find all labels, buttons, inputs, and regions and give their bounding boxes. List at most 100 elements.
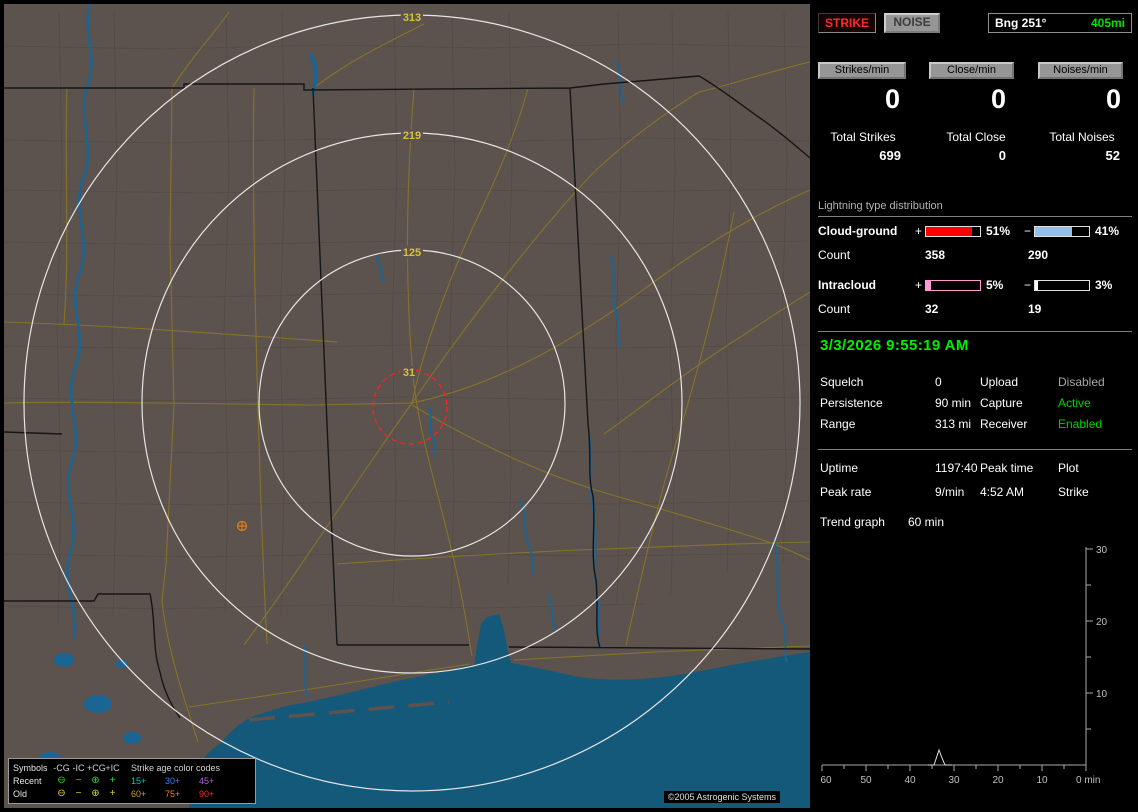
x-tick-60: 60 <box>820 775 832 786</box>
trend-graph-chart: 30 20 10 60 50 40 30 20 10 0 min <box>820 545 1108 786</box>
recent-neg-ic-icon: − <box>75 775 82 786</box>
age-60: 60+ <box>131 788 147 799</box>
x-tick-40: 40 <box>904 775 916 786</box>
intracloud-row: Intracloud + 5% − 3% <box>818 278 1134 292</box>
copyright-text: ©2005 Astrogenic Systems <box>663 791 780 803</box>
x-axis-ticks <box>821 765 1087 771</box>
bearing-value: Bng 251° <box>995 16 1047 30</box>
cloud-ground-count-row: Count 358 290 <box>818 248 1134 262</box>
total-strikes-value: 699 <box>879 148 901 163</box>
cg-minus-bar <box>1034 225 1090 237</box>
cg-plus-count: 358 <box>925 248 946 262</box>
ic-minus-bar <box>1034 279 1090 291</box>
bearing-distance-value: 405mi <box>1090 16 1125 30</box>
strike-marker-plus-cg <box>236 520 248 532</box>
cg-plus-percent: 51% <box>986 224 1011 238</box>
x-tick-0: 0 min <box>1076 775 1100 786</box>
old-pos-cg-icon: ⊕ <box>91 788 100 799</box>
cg-minus-count: 290 <box>1028 248 1049 262</box>
x-tick-30: 30 <box>948 775 960 786</box>
receiver-status-table: Squelch 0 Upload Disabled Persistence 90… <box>820 375 1132 431</box>
upload-label: Upload <box>980 375 1019 389</box>
count-label: Count <box>818 302 851 316</box>
legend-col-ncg: -CG <box>53 762 70 773</box>
divider <box>818 449 1132 450</box>
trend-series-spike <box>928 748 952 766</box>
ic-plus-percent: 5% <box>986 278 1004 292</box>
map-legend: Symbols -CG -IC +CG +IC Strike age color… <box>8 758 256 804</box>
receiver-status: Enabled <box>1058 417 1103 431</box>
trend-graph-window: 60 min <box>908 515 945 529</box>
recent-pos-cg-icon: ⊕ <box>91 775 100 786</box>
y-tick-20: 20 <box>1096 617 1108 628</box>
strikes-per-min-button[interactable]: Strikes/min <box>818 62 906 79</box>
ic-minus-count: 19 <box>1028 302 1042 316</box>
total-close-label: Total Close <box>946 130 1006 144</box>
legend-header-row: Symbols -CG -IC +CG +IC Strike age color… <box>13 761 251 774</box>
y-tick-10: 10 <box>1096 689 1108 700</box>
legend-recent-row: Recent ⊖ − ⊕ + 15+ 30+ 45+ <box>13 774 251 787</box>
capture-status: Active <box>1058 396 1091 410</box>
old-neg-ic-icon: − <box>75 788 82 799</box>
noises-per-min-button[interactable]: Noises/min <box>1038 62 1123 79</box>
uptime-value: 1197:40 <box>935 461 978 475</box>
close-per-min-value: 0 <box>990 84 1006 114</box>
peak-time-label: Peak time <box>980 461 1034 475</box>
close-per-min-button[interactable]: Close/min <box>929 62 1014 79</box>
ic-plus-bar <box>925 279 981 291</box>
age-75: 75+ <box>165 788 181 799</box>
squelch-label: Squelch <box>820 375 864 389</box>
minus-sign: − <box>1023 224 1031 238</box>
x-tick-20: 20 <box>992 775 1004 786</box>
legend-symbols-title: Symbols <box>13 762 48 773</box>
recent-age-codes: 15+ 30+ 45+ <box>131 776 233 786</box>
persistence-value: 90 min <box>935 396 972 410</box>
ring-label-219: 219 <box>403 130 421 142</box>
strike-map[interactable]: 313 219 125 31 <box>4 4 810 808</box>
total-noises-value: 52 <box>1105 148 1120 163</box>
strikes-per-min-value: 0 <box>884 84 900 114</box>
peak-time-value: 4:52 AM <box>980 485 1025 499</box>
session-stats-table: Uptime 1197:40 Peak time Plot Peak rate … <box>820 461 1132 499</box>
distribution-section-title: Lightning type distribution <box>818 200 1132 217</box>
lightning-map-panel: 313 219 125 31 Symbols -CG -IC +CG +IC S… <box>4 4 810 808</box>
plot-value: Strike <box>1058 485 1089 499</box>
total-noises-label: Total Noises <box>1049 130 1115 144</box>
intracloud-count-row: Count 32 19 <box>818 302 1134 316</box>
minus-sign: − <box>1023 278 1031 292</box>
age-45: 45+ <box>199 775 215 786</box>
age-15: 15+ <box>131 775 147 786</box>
old-pos-ic-icon: + <box>109 788 116 799</box>
peak-rate-value: 9/min <box>935 485 965 499</box>
range-value: 313 mi <box>935 417 972 431</box>
old-age-codes: 60+ 75+ 90+ <box>131 789 233 799</box>
y-axis-ticks <box>1086 548 1093 730</box>
capture-label: Capture <box>980 396 1023 410</box>
chart-axes <box>822 547 1087 766</box>
strike-toggle-button[interactable]: STRIKE <box>818 13 876 33</box>
recent-neg-cg-icon: ⊖ <box>57 775 66 786</box>
persistence-label: Persistence <box>820 396 883 410</box>
ic-plus-count: 32 <box>925 302 939 316</box>
noises-per-min-value: 0 <box>1105 84 1121 114</box>
total-strikes-label: Total Strikes <box>830 130 896 144</box>
x-tick-50: 50 <box>860 775 872 786</box>
legend-col-pcg: +CG <box>87 762 106 773</box>
receiver-label: Receiver <box>980 417 1028 431</box>
squelch-value: 0 <box>935 375 942 389</box>
count-label: Count <box>818 248 851 262</box>
cloud-ground-row: Cloud-ground + 51% − 41% <box>818 224 1134 238</box>
recent-pos-ic-icon: + <box>109 775 116 786</box>
total-close-value: 0 <box>998 148 1006 163</box>
status-panel: STRIKE NOISE Bng 251° 405mi Strikes/min … <box>818 0 1134 812</box>
legend-col-nic: -IC <box>72 762 85 773</box>
legend-recent-label: Recent <box>13 775 42 786</box>
legend-old-label: Old <box>13 788 28 799</box>
x-tick-10: 10 <box>1036 775 1048 786</box>
age-30: 30+ <box>165 775 181 786</box>
peak-rate-label: Peak rate <box>820 485 872 499</box>
noise-toggle-button[interactable]: NOISE <box>884 13 940 33</box>
plus-sign: + <box>914 224 922 238</box>
upload-status: Disabled <box>1058 375 1105 389</box>
ring-label-313: 313 <box>403 12 421 24</box>
